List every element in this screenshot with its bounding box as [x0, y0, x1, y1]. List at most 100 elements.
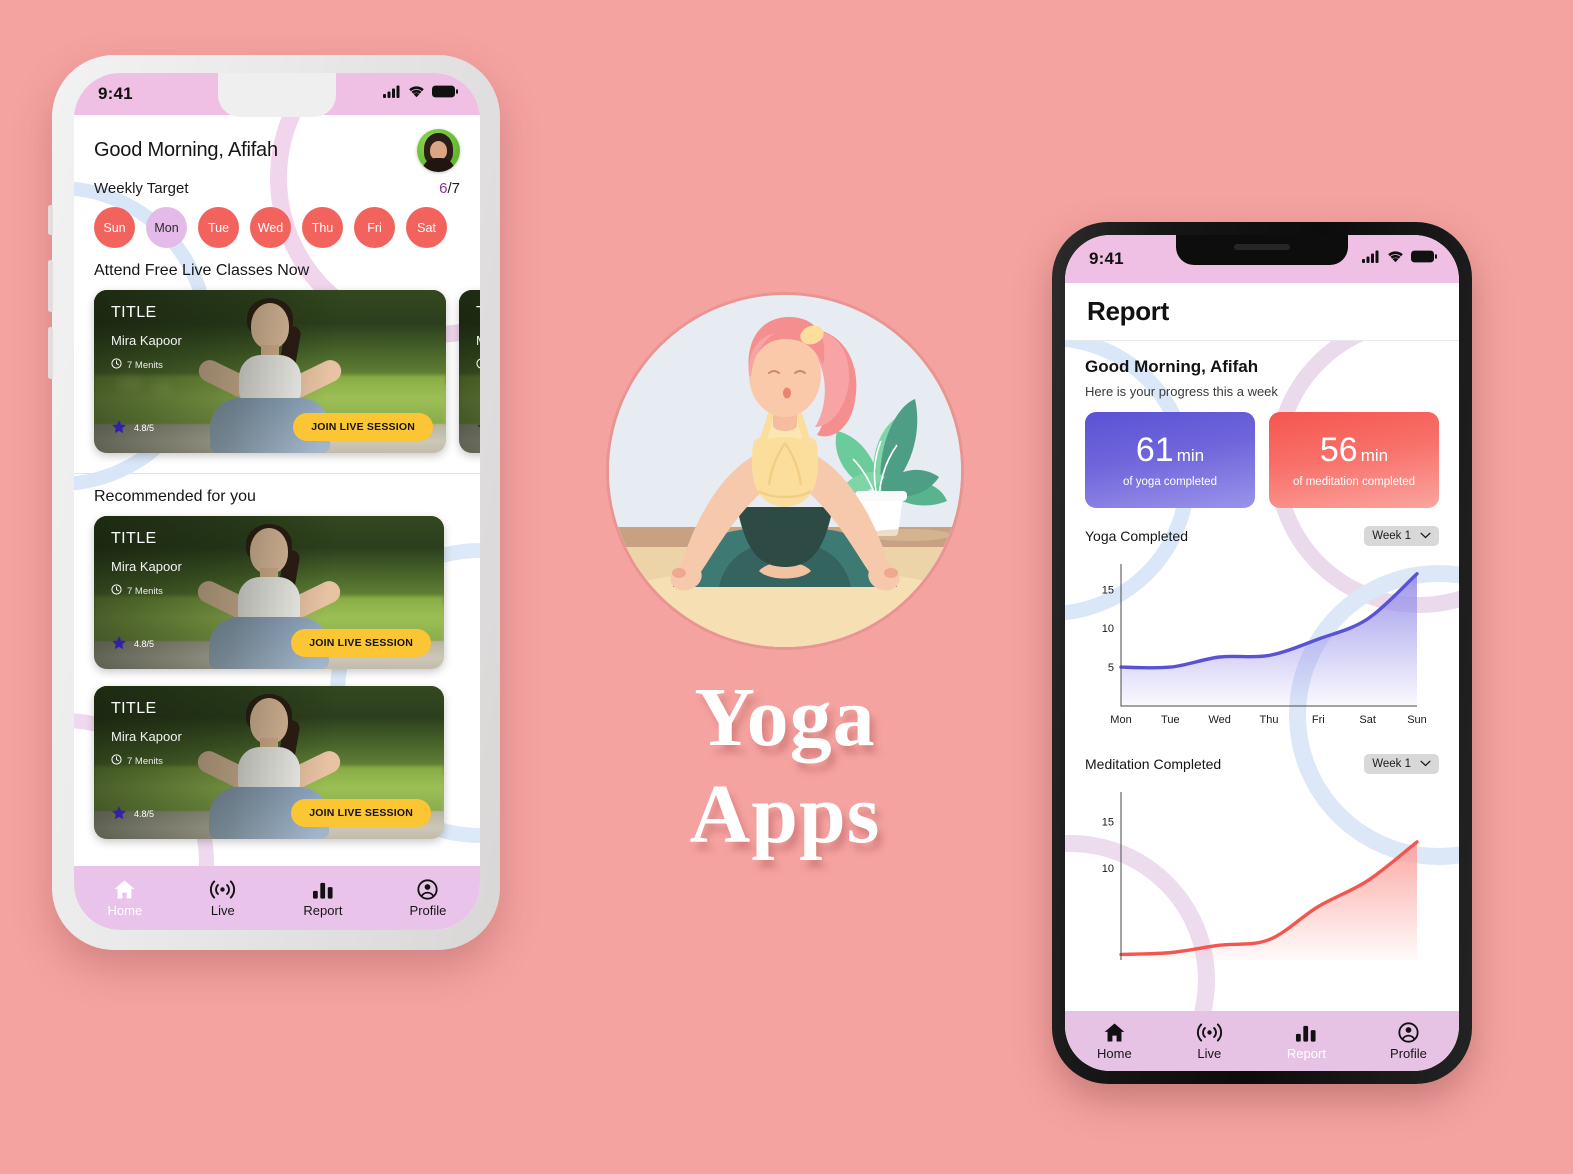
clock-icon: [111, 754, 122, 768]
card-title: TITLE: [111, 700, 157, 717]
card-author: Mira Kapoor: [111, 333, 182, 348]
card-author: Mira Kapoor: [111, 729, 182, 744]
chevron-down-icon: [1420, 530, 1431, 542]
weekly-target-label: Weekly Target: [94, 180, 189, 197]
svg-text:10: 10: [1102, 863, 1114, 875]
user-circle-icon: [416, 878, 439, 900]
nav-item-live[interactable]: Live: [1196, 1022, 1223, 1061]
phone-volume-down-button[interactable]: [48, 327, 53, 379]
recommended-card[interactable]: TITLE Mira Kapoor 7 Menits 4.8/5 JOIN LI…: [94, 686, 444, 839]
card-duration: 7 Menits: [476, 358, 480, 372]
star-icon: [111, 419, 127, 437]
greeting-row: Good Morning, Afifah: [74, 115, 480, 172]
card-duration: 7 Menits: [111, 754, 163, 768]
svg-text:15: 15: [1102, 584, 1114, 596]
stat-card-yoga[interactable]: 61 min of yoga completed: [1085, 412, 1255, 508]
nav-label-live: Live: [1197, 1045, 1222, 1061]
svg-text:Wed: Wed: [1208, 714, 1230, 726]
clock-icon: [111, 584, 122, 598]
home-icon: [1103, 1022, 1126, 1043]
card-duration-text: 7 Menits: [127, 359, 163, 371]
day-pill-mon[interactable]: Mon: [146, 207, 187, 248]
nav-item-report[interactable]: Report: [1287, 1022, 1326, 1061]
status-bar: 9:41: [1065, 235, 1459, 283]
weekly-target-row: Weekly Target 6/7: [74, 172, 480, 197]
bottom-navigation: Home Live Report Profile: [1065, 1011, 1459, 1071]
card-title: TITLE: [111, 304, 157, 321]
nav-item-profile[interactable]: Profile: [1390, 1021, 1427, 1061]
card-rating: 4.8/5: [111, 805, 154, 823]
user-circle-icon: [1397, 1021, 1420, 1043]
recommended-section-title: Recommended for you: [94, 488, 256, 505]
card-duration: 7 Menits: [111, 584, 163, 598]
svg-text:Sat: Sat: [1359, 714, 1376, 726]
report-greeting: Good Morning, Afifah: [1085, 357, 1259, 376]
bar-chart-icon: [311, 879, 335, 900]
battery-icon: [1411, 250, 1437, 268]
nav-label-profile: Profile: [1390, 1045, 1427, 1061]
nav-item-report[interactable]: Report: [303, 879, 342, 918]
join-live-session-button[interactable]: JOIN LIVE SESSION: [293, 413, 433, 441]
live-class-card[interactable]: TITLE Mira Kapoor 7 Menits 4.8/5 JOIN LI…: [459, 290, 480, 453]
yoga-chart-plot: 5 10 15 Mon Tue Wed Thu Fri Sat Sun: [1085, 556, 1439, 732]
yoga-week-selector[interactable]: Week 1: [1364, 526, 1439, 546]
nav-item-home[interactable]: Home: [1097, 1022, 1132, 1061]
day-pill-tue[interactable]: Tue: [198, 207, 239, 248]
stat-card-meditation[interactable]: 56 min of meditation completed: [1269, 412, 1439, 508]
day-pill-sat[interactable]: Sat: [406, 207, 447, 248]
meditation-chart-plot: 10 15: [1085, 784, 1439, 960]
svg-text:Sun: Sun: [1407, 714, 1427, 726]
card-rating-text: 4.8/5: [134, 639, 155, 649]
page-title: Report: [1087, 296, 1169, 326]
wifi-icon: [1387, 250, 1404, 268]
stat-caption-yoga: of yoga completed: [1123, 475, 1217, 488]
card-rating-text: 4.8/5: [134, 423, 155, 433]
weekly-day-pills: Sun Mon Tue Wed Thu Fri Sat: [74, 197, 480, 248]
join-live-session-button[interactable]: JOIN LIVE SESSION: [291, 799, 431, 827]
nav-label-report: Report: [1286, 1045, 1326, 1061]
day-pill-fri[interactable]: Fri: [354, 207, 395, 248]
avatar[interactable]: [417, 129, 460, 172]
nav-item-profile[interactable]: Profile: [410, 878, 446, 918]
report-phone-frame: 9:41 Report Good Morning, Afifah Here is…: [1052, 222, 1472, 1084]
status-time: 9:41: [98, 84, 133, 103]
recommended-card[interactable]: TITLE Mira Kapoor 7 Menits 4.8/5 JOIN LI…: [94, 516, 444, 669]
card-duration-text: 7 Menits: [127, 755, 163, 767]
report-body: Good Morning, Afifah Here is your progre…: [1065, 341, 1459, 960]
nav-label-live: Live: [210, 902, 235, 918]
notch: [1176, 235, 1348, 265]
recommended-list: TITLE Mira Kapoor 7 Menits 4.8/5 JOIN LI…: [74, 506, 480, 853]
stat-cards-row: 61 min of yoga completed 56 min of meditat…: [1085, 412, 1439, 508]
join-live-session-button[interactable]: JOIN LIVE SESSION: [291, 629, 431, 657]
live-class-card[interactable]: TITLE Mira Kapoor 7 Menits 4.8/5 JOIN LI…: [94, 290, 446, 453]
card-title: TITLE: [476, 304, 480, 322]
stat-caption-meditation: of meditation completed: [1292, 475, 1416, 488]
live-classes-rail[interactable]: TITLE Mira Kapoor 7 Menits 4.8/5 JOIN LI…: [74, 280, 480, 467]
phone-mute-button[interactable]: [48, 205, 53, 235]
stat-number-meditation: 56: [1319, 430, 1358, 469]
day-pill-thu[interactable]: Thu: [302, 207, 343, 248]
earpiece-speaker: [1234, 244, 1290, 250]
meditation-chart-title: Meditation Completed: [1085, 756, 1222, 772]
status-time: 9:41: [1089, 249, 1124, 268]
stat-value-meditation: 56 min: [1320, 433, 1388, 467]
app-title: Yoga Apps: [689, 671, 881, 861]
yoga-lotus-woman-illustration-icon: [609, 295, 961, 647]
battery-icon: [432, 85, 458, 103]
meditation-week-selector[interactable]: Week 1: [1364, 754, 1439, 774]
day-pill-sun[interactable]: Sun: [94, 207, 135, 248]
svg-text:10: 10: [1102, 623, 1114, 635]
stat-value-yoga: 61 min: [1136, 433, 1204, 467]
weekly-target-total: 7: [451, 180, 460, 197]
yoga-chart-header: Yoga Completed Week 1: [1085, 526, 1439, 546]
card-duration: 7 Menits: [111, 358, 163, 372]
live-broadcast-icon: [209, 879, 236, 900]
weekly-target-count: 6/7: [439, 180, 460, 197]
phone-volume-up-button[interactable]: [48, 260, 53, 312]
stat-unit-meditation: min: [1360, 445, 1389, 465]
yoga-week-selector-label: Week 1: [1372, 530, 1411, 542]
nav-item-home[interactable]: Home: [108, 879, 142, 918]
nav-item-live[interactable]: Live: [209, 879, 236, 918]
day-pill-wed[interactable]: Wed: [250, 207, 291, 248]
nav-label-home: Home: [1097, 1045, 1132, 1061]
